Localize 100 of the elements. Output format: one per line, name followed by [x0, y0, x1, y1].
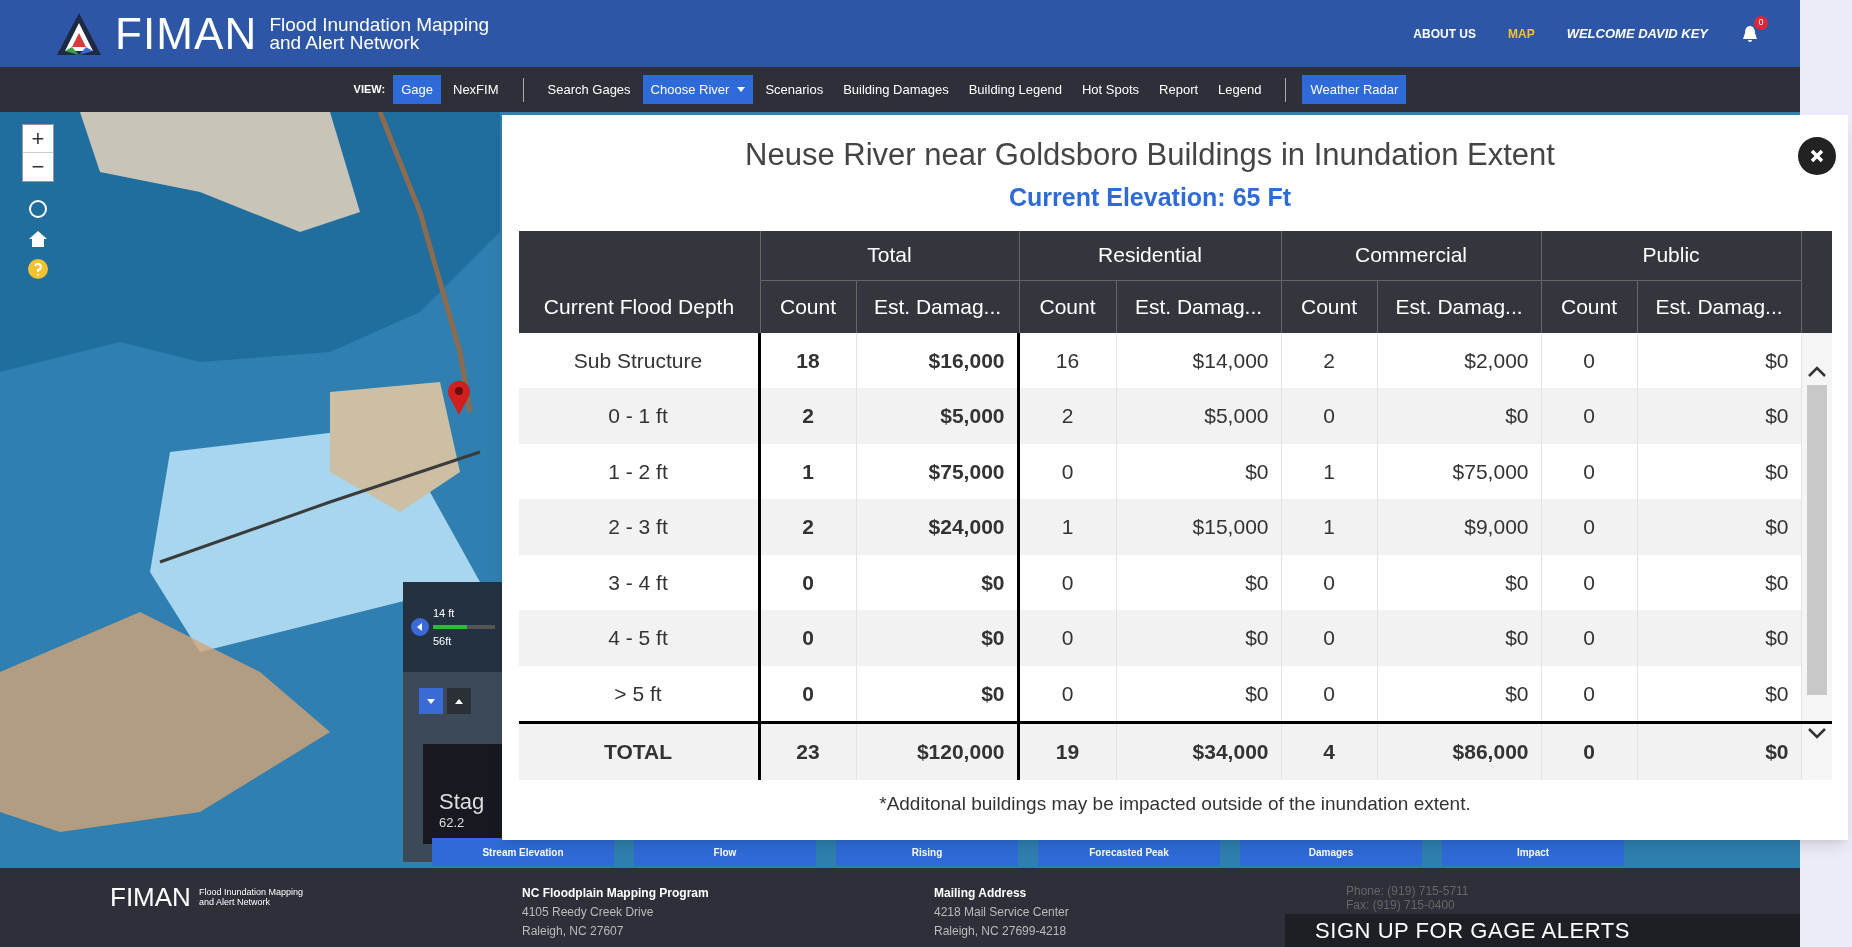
chart-tab-button[interactable]: Damages — [1240, 838, 1422, 866]
table-cell: $9,000 — [1377, 499, 1542, 555]
view-toggle[interactable]: Gage — [393, 74, 441, 105]
footer-tagline-text: and Alert Network — [198, 897, 271, 907]
table-cell: 4 — [1281, 724, 1378, 780]
notification-badge: 0 — [1754, 15, 1768, 30]
table-cell: $5,000 — [1116, 388, 1282, 444]
column-group-header: Public — [1541, 230, 1802, 281]
table-cell: $0 — [1116, 610, 1282, 666]
map-pin-icon[interactable] — [447, 380, 471, 416]
stage-title: Stag — [439, 790, 486, 813]
stage-value: 62.2 — [439, 814, 466, 832]
zoom-in-button[interactable]: + — [23, 125, 53, 153]
help-icon[interactable] — [27, 258, 49, 280]
stage-reading: 14 ft — [433, 605, 456, 621]
scrollbar-track[interactable] — [1801, 332, 1832, 721]
zoom-out-button[interactable]: − — [23, 153, 53, 181]
welcome-text: WELCOME DAVID KEY — [1566, 24, 1708, 43]
nav-link[interactable]: ABOUT US — [1413, 24, 1476, 43]
column-header: Est. Damag... — [1377, 280, 1542, 333]
footnote-text: *Additonal buildings may be impacted outside of the inundation extent. — [879, 792, 1471, 816]
chart-tab-button[interactable]: Forecasted Peak — [1038, 838, 1220, 866]
table-cell: 0 — [1541, 724, 1638, 780]
footer-text: 4218 Mail Service Center — [934, 904, 1069, 921]
column-header: Est. Damag... — [1116, 280, 1282, 333]
close-icon — [1809, 148, 1825, 164]
weather-radar-button[interactable]: Weather Radar — [1302, 74, 1407, 105]
table-cell: $0 — [1637, 665, 1802, 721]
chart-tab-button[interactable]: Impact — [1442, 838, 1624, 866]
chart-tab-button[interactable]: Flow — [634, 838, 816, 866]
table-cell: $86,000 — [1377, 724, 1542, 780]
modal-title: Neuse River near Goldsboro Buildings in Inundation Extent — [745, 137, 1555, 173]
signup-heading: SIGN UP FOR GAGE ALERTS — [1315, 919, 1631, 942]
column-header: Count — [1019, 280, 1117, 333]
table-cell: $15,000 — [1116, 499, 1282, 555]
close-button[interactable] — [1798, 137, 1836, 175]
table-cell: 0 — [1281, 610, 1378, 666]
tagline-text: Flood Inundation Mapping — [269, 15, 490, 34]
footer-contact-text: Fax: (919) 715-0400 — [1346, 898, 1456, 912]
table-cell: 1 — [1281, 499, 1378, 555]
table-cell: 2 — [1019, 388, 1117, 444]
view-label: VIEW: — [353, 82, 386, 98]
table-cell: $0 — [1637, 724, 1802, 780]
scrollbar-thumb[interactable] — [1806, 384, 1827, 695]
footer-contact-text: Phone: (919) 715-5711 — [1346, 884, 1469, 898]
table-cell: $0 — [1377, 665, 1542, 721]
toolbar-menu-item[interactable]: Building Damages — [835, 74, 957, 105]
footer-tagline-text: Flood Inundation Mapping — [198, 887, 303, 897]
scroll-up-icon[interactable] — [1806, 364, 1827, 379]
footer-text: Raleigh, NC 27699-4218 — [934, 923, 1067, 940]
modal-subtitle: Current Elevation: 65 Ft — [1009, 182, 1291, 213]
stage-reading: 56ft — [433, 634, 453, 649]
table-cell: $120,000 — [856, 724, 1020, 780]
toolbar-menu-item[interactable]: Legend — [1210, 74, 1270, 105]
column-header: Count — [1541, 280, 1638, 333]
bell-icon[interactable] — [1740, 23, 1760, 44]
table-cell: $34,000 — [1116, 724, 1282, 780]
table-cell: 0 — [1541, 499, 1638, 555]
view-toggle[interactable]: NexFIM — [445, 74, 507, 105]
home-icon[interactable] — [27, 228, 49, 250]
table-cell: TOTAL — [518, 724, 761, 780]
footer-heading: Mailing Address — [934, 885, 1027, 902]
table-cell: $0 — [1637, 610, 1802, 666]
toolbar-menu-item[interactable]: Scenarios — [757, 74, 832, 105]
tagline-text: and Alert Network — [269, 33, 420, 52]
column-group-header: Commercial — [1281, 230, 1542, 281]
table-cell: 0 — [1541, 610, 1638, 666]
chart-tab-button[interactable]: Rising — [836, 838, 1018, 866]
footer-text: 4105 Reedy Creek Drive — [522, 904, 654, 921]
nav-link[interactable]: MAP — [1508, 24, 1535, 43]
table-cell: 0 — [1281, 388, 1378, 444]
table-cell: 23 — [760, 724, 857, 780]
toolbar-menu-item[interactable]: Building Legend — [960, 74, 1070, 105]
footer-text: Raleigh, NC 27607 — [522, 923, 624, 940]
chart-tab-button[interactable]: Stream Elevation — [432, 838, 614, 866]
toolbar-menu-item[interactable]: Report — [1151, 74, 1207, 105]
down-button[interactable] — [419, 688, 443, 714]
toolbar-menu-item[interactable]: Search Gages — [539, 74, 639, 105]
footer-logo-text: FIMAN — [110, 884, 191, 910]
scroll-down-icon[interactable] — [1806, 726, 1827, 740]
table-cell: $0 — [1637, 499, 1802, 555]
table-cell: 0 — [1019, 610, 1117, 666]
column-header: Count — [1281, 280, 1378, 333]
circle-icon[interactable] — [27, 198, 49, 220]
toolbar-menu-item[interactable]: Choose River — [642, 74, 754, 105]
column-header: Count — [760, 280, 857, 333]
table-cell: $0 — [1377, 388, 1542, 444]
toolbar-menu-item[interactable]: Hot Spots — [1073, 74, 1148, 105]
table-cell: $0 — [1116, 665, 1282, 721]
up-button[interactable] — [447, 688, 471, 714]
table-cell: > 5 ft — [518, 665, 761, 721]
table-cell: 0 — [1281, 665, 1378, 721]
column-header: Current Flood Depth — [518, 280, 761, 333]
table-cell: 2 — [760, 388, 857, 444]
table-cell: 1 — [1019, 499, 1117, 555]
signup-panel[interactable]: SIGN UP FOR GAGE ALERTS — [1285, 914, 1800, 947]
column-header: Est. Damag... — [856, 280, 1020, 333]
column-header: Est. Damag... — [1637, 280, 1802, 333]
column-group-header: Residential — [1019, 230, 1282, 281]
table-cell: 0 — [1541, 388, 1638, 444]
